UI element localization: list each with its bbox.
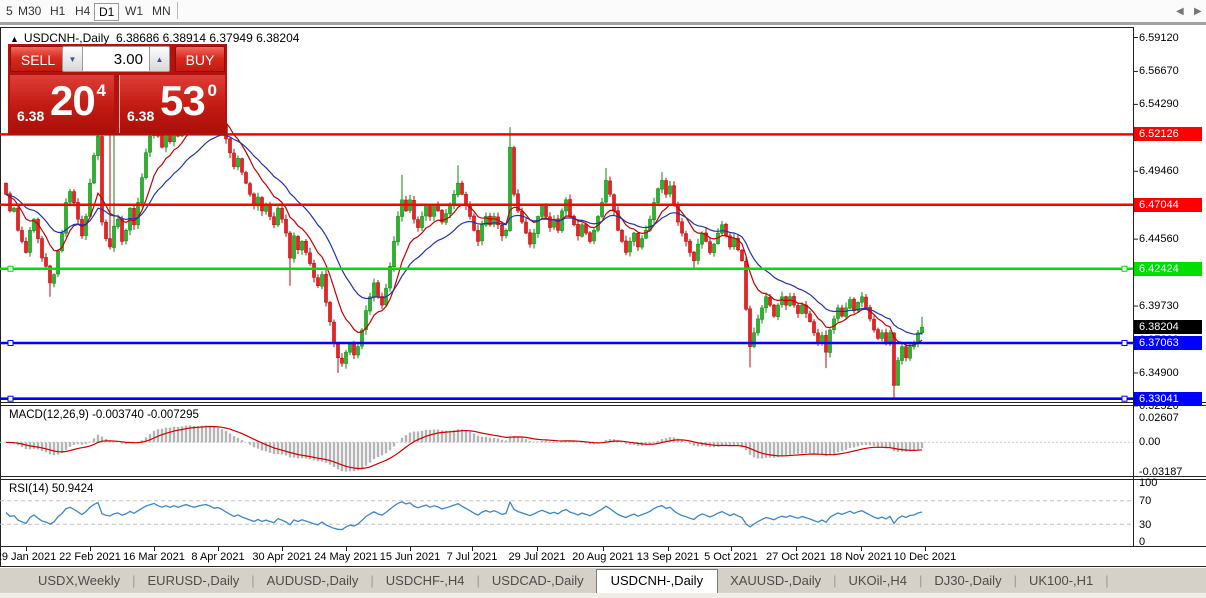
axis-tick-label: 6.49460 (1139, 165, 1179, 178)
buy-price-prefix: 6.38 (127, 108, 155, 124)
tab-audusd-daily[interactable]: AUDUSD-,Daily (255, 570, 371, 591)
spin-up-icon: ▲ (155, 55, 164, 64)
macd-indicator-label: MACD(12,26,9) -0.003740 -0.007295 (9, 409, 199, 421)
chart-ohlc-values: 6.38686 6.38914 6.37949 6.38204 (115, 31, 300, 45)
axis-tick-label: 6.44560 (1139, 233, 1179, 246)
status-strip (0, 593, 1206, 598)
axis-tick-label: 0.00 (1139, 436, 1161, 448)
tab-usdcnh-daily[interactable]: USDCNH-,Daily (595, 568, 719, 593)
price-tag: 6.37063 (1134, 335, 1202, 350)
buy-price-pips: 53 (160, 77, 206, 124)
date-tick-label: 29 Jul 2021 (508, 551, 566, 563)
buy-price-point: 0 (207, 81, 217, 100)
date-tick-label: 15 Jun 2021 (379, 551, 441, 563)
sell-price-prefix: 6.38 (17, 108, 45, 124)
symbol-tab-bar: USDX,Weekly | EURUSD-,Daily | AUDUSD-,Daily |… (0, 568, 1206, 593)
symbol-triangle-icon: ▲ (10, 34, 19, 44)
date-tick-label: 27 Oct 2021 (766, 551, 826, 563)
volume-increase-button[interactable]: ▲ (149, 46, 170, 72)
sell-price-pips: 20 (50, 77, 96, 124)
sell-price-point: 4 (96, 81, 106, 100)
price-tag: 6.47044 (1134, 197, 1202, 212)
price-tag: 6.38204 (1134, 320, 1202, 335)
sell-price-display[interactable]: 6.38 20 4 (10, 75, 114, 133)
price-tag: 6.52126 (1134, 127, 1202, 142)
date-tick-label: 13 Sep 2021 (636, 551, 700, 563)
tabs-scroll-right-icon[interactable]: ▶ (1194, 6, 1202, 17)
one-click-trade-panel: SELL ▼ ▲ BUY 6.38 20 4 6.38 53 0 (8, 44, 227, 135)
date-tick-label: 22 Feb 2021 (59, 551, 121, 563)
price-tag: 6.42424 (1134, 261, 1202, 276)
axis-tick-label: 0.02607 (1139, 412, 1179, 424)
tab-dj30-daily[interactable]: DJ30-,Daily (922, 570, 1013, 591)
tabs-scroll-left-icon[interactable]: ◀ (1176, 6, 1184, 17)
spin-down-icon: ▼ (68, 55, 77, 64)
volume-input[interactable] (83, 46, 149, 72)
date-tick-label: 7 Jul 2021 (446, 551, 498, 563)
date-tick-label: 16 Mar 2021 (123, 551, 185, 563)
date-tick-label: 8 Apr 2021 (191, 551, 245, 563)
date-tick-label: 30 Apr 2021 (252, 551, 312, 563)
date-tick-label: 10 Dec 2021 (893, 551, 957, 563)
date-tick-label: 18 Nov 2021 (829, 551, 893, 563)
tab-usdcad-daily[interactable]: USDCAD-,Daily (480, 570, 596, 591)
date-tick-label: 20 Aug 2021 (572, 551, 634, 563)
axis-tick-label: 6.34900 (1139, 366, 1179, 379)
tab-separator: | (1105, 573, 1109, 588)
axis-tick-label: 6.56670 (1139, 65, 1179, 78)
price-tag: 6.33041 (1134, 391, 1202, 406)
volume-decrease-button[interactable]: ▼ (62, 46, 83, 72)
tab-xauusd-daily[interactable]: XAUUSD-,Daily (718, 570, 833, 591)
buy-button[interactable]: BUY (175, 46, 225, 72)
date-tick-label: 29 Jan 2021 (0, 551, 57, 563)
axis-tick-label: 0 (1139, 536, 1146, 548)
chart-header: ▲ USDCNH-,Daily 6.38686 6.38914 6.37949 6… (10, 31, 299, 45)
trade-panel-controls: SELL ▼ ▲ BUY (8, 46, 227, 73)
tab-usdx-weekly[interactable]: USDX,Weekly (26, 570, 132, 591)
chart-symbol-label: USDCNH-,Daily (23, 31, 110, 45)
tab-uk100-h1[interactable]: UK100-,H1 (1017, 570, 1105, 591)
axis-tick-label: 6.59120 (1139, 31, 1179, 44)
axis-tick-label: 6.54290 (1139, 98, 1179, 111)
axis-tick-label: 100 (1139, 477, 1158, 489)
tab-eurusd-daily[interactable]: EURUSD-,Daily (136, 570, 252, 591)
sell-button[interactable]: SELL (10, 46, 66, 72)
tab-usdchf-h4[interactable]: USDCHF-,H4 (374, 570, 477, 591)
tab-ukoil-h4[interactable]: UKOil-,H4 (836, 570, 919, 591)
axis-tick-label: 6.39730 (1139, 300, 1179, 313)
date-tick-label: 5 Oct 2021 (704, 551, 758, 563)
axis-tick-label: 30 (1139, 519, 1152, 531)
axis-tick-label: 70 (1139, 495, 1152, 507)
date-tick-label: 24 May 2021 (314, 551, 378, 563)
buy-price-display[interactable]: 6.38 53 0 (119, 75, 225, 133)
trading-platform-window: 5 M30 H1 H4 D1 W1 MN ▲ USDCNH-,Daily 6.38686 6.… (0, 0, 1206, 598)
rsi-indicator-label: RSI(14) 50.9424 (9, 483, 94, 495)
